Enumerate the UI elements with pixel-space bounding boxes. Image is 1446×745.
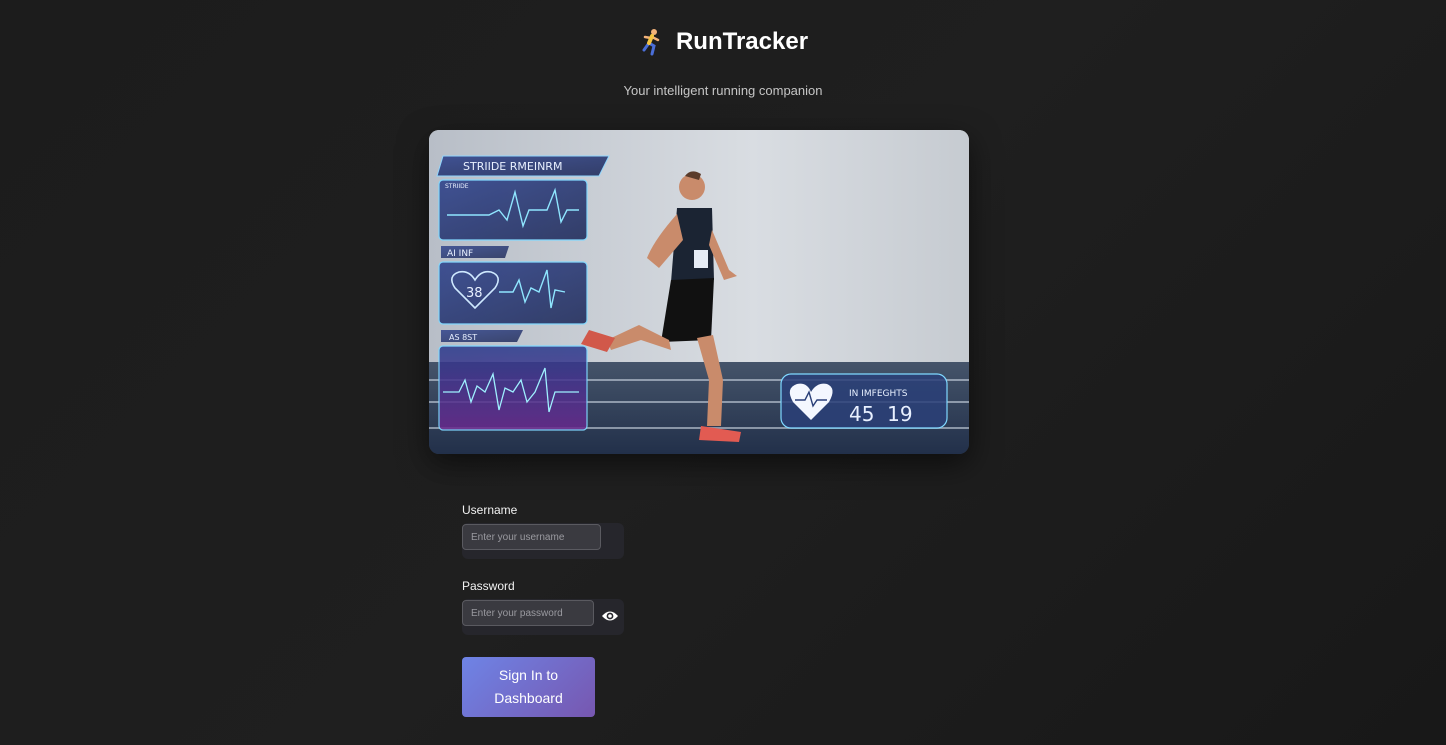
password-label: Password bbox=[462, 579, 515, 593]
hero-image: STRIIDE RMEINRM STRIIDE AI INF 38 AS 8ST bbox=[429, 130, 969, 454]
username-label: Username bbox=[462, 503, 518, 517]
app-header: RunTracker Your intelligent running comp… bbox=[0, 28, 1446, 98]
hud-small-label: STRIIDE bbox=[445, 183, 469, 190]
app-title-row: RunTracker bbox=[638, 28, 808, 56]
hud-heart-value: 38 bbox=[466, 286, 483, 301]
sign-in-button[interactable]: Sign In to Dashboard bbox=[462, 657, 595, 717]
eye-icon[interactable] bbox=[601, 609, 619, 623]
app-title: RunTracker bbox=[675, 28, 809, 55]
hud-ai-label: AI INF bbox=[447, 249, 473, 259]
password-input[interactable] bbox=[462, 600, 594, 626]
hud-stats-panel: IN IMFEGHTS 45 19 bbox=[780, 373, 948, 429]
hud-top-label: STRIIDE RMEINRM bbox=[463, 160, 562, 173]
login-page: RunTracker Your intelligent running comp… bbox=[0, 0, 1446, 745]
app-subtitle: Your intelligent running companion bbox=[623, 83, 823, 98]
hud-right-label: IN IMFEGHTS bbox=[849, 389, 908, 399]
hero-illustration: STRIIDE RMEINRM STRIIDE AI INF 38 AS 8ST bbox=[429, 130, 969, 454]
hud-right-value: 45 19 bbox=[849, 402, 913, 426]
username-field-container bbox=[462, 523, 624, 559]
runner-icon bbox=[642, 29, 660, 56]
hud-panels: STRIIDE RMEINRM STRIIDE AI INF 38 AS 8ST bbox=[436, 155, 610, 431]
username-input[interactable] bbox=[462, 524, 601, 550]
login-form: Username Password Sign In to Dashboard bbox=[462, 503, 762, 717]
hud-as-label: AS 8ST bbox=[449, 333, 477, 342]
password-field-container bbox=[462, 599, 624, 635]
